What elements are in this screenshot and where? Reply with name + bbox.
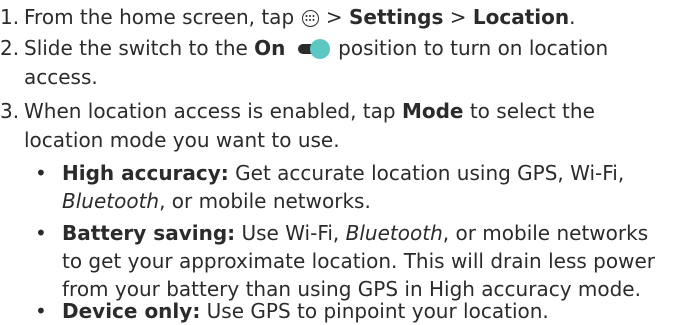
location-label: Location bbox=[472, 5, 570, 29]
bluetooth-term: Bluetooth bbox=[62, 189, 160, 213]
step-end: . bbox=[569, 5, 576, 29]
mode-name: High accuracy: bbox=[62, 161, 229, 185]
mode-name: Battery saving: bbox=[62, 221, 236, 245]
mode-description: Use GPS to pinpoint your location. bbox=[206, 299, 549, 323]
bullet-marker: • bbox=[35, 299, 47, 323]
on-label: On bbox=[254, 36, 286, 60]
bullet-marker: • bbox=[35, 221, 47, 245]
toggle-on-icon bbox=[296, 39, 330, 59]
mode-description: Get accurate location using GPS, Wi-Fi, bbox=[235, 161, 625, 185]
step-text: Slide the switch to the bbox=[24, 36, 248, 60]
mode-label: Mode bbox=[401, 99, 464, 123]
step-text: to select the bbox=[469, 99, 595, 123]
mode-description: , or mobile networks. bbox=[159, 189, 371, 213]
apps-icon bbox=[301, 10, 319, 27]
instructions-document: 1. From the home screen, tap > Settings … bbox=[0, 0, 687, 325]
path-separator: > bbox=[449, 5, 467, 29]
settings-label: Settings bbox=[348, 5, 444, 29]
bluetooth-term: Bluetooth bbox=[345, 221, 443, 245]
mode-name: Device only: bbox=[62, 299, 201, 323]
path-separator: > bbox=[325, 5, 343, 29]
step-text: position to turn on location bbox=[338, 36, 609, 60]
mode-description: Use Wi-Fi, bbox=[241, 221, 340, 245]
mode-description: to get your approximate location. This w… bbox=[62, 249, 655, 273]
step-text: location mode you want to use. bbox=[24, 128, 340, 152]
toggle-knob bbox=[309, 39, 330, 59]
mode-description: , or mobile networks bbox=[442, 221, 649, 245]
step-text: From the home screen, tap bbox=[24, 5, 295, 29]
step-text: When location access is enabled, tap bbox=[24, 99, 396, 123]
bullet-marker: • bbox=[35, 161, 47, 185]
step-text: access. bbox=[24, 65, 98, 89]
